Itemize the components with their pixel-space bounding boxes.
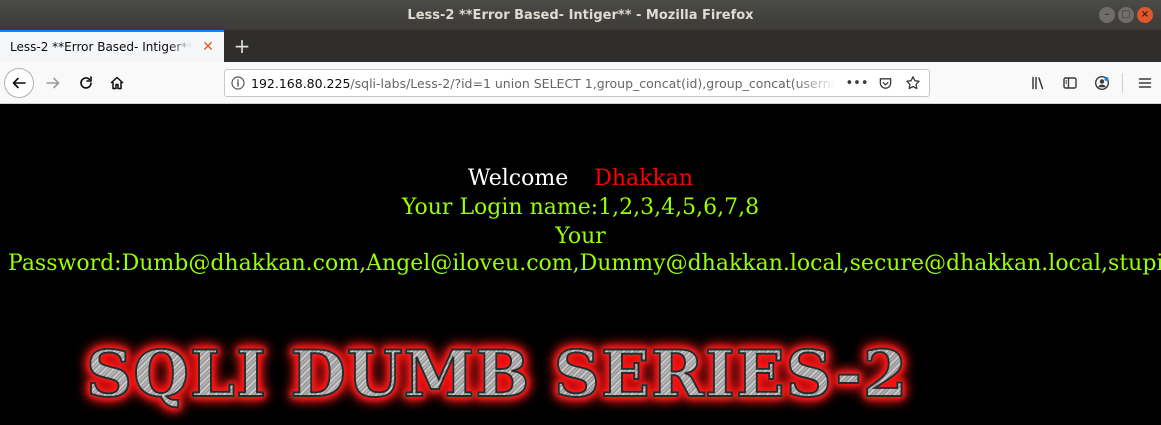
sqli-banner-logo: SQLI DUMB SERIES-2 bbox=[85, 332, 1076, 418]
url-host: 192.168.80.225 bbox=[251, 75, 351, 91]
reload-icon[interactable] bbox=[71, 68, 101, 98]
page-content: Welcome Dhakkan Your Login name:1,2,3,4,5… bbox=[0, 104, 1161, 425]
forward-arrow-icon[interactable] bbox=[38, 68, 68, 98]
window-controls: – □ × bbox=[1099, 7, 1153, 23]
toolbar-right bbox=[1022, 68, 1161, 98]
tab-label: Less-2 **Error Based- Intiger** - Mozill… bbox=[10, 40, 192, 54]
account-icon[interactable] bbox=[1086, 68, 1118, 98]
close-icon[interactable]: ✕ bbox=[200, 39, 216, 55]
back-arrow-icon[interactable] bbox=[4, 68, 34, 98]
welcome-line: Welcome Dhakkan bbox=[0, 164, 1161, 193]
welcome-block: Welcome Dhakkan Your Login name:1,2,3,4,5… bbox=[0, 164, 1161, 251]
password-line: Password:Dumb@dhakkan.com,Angel@iloveu.c… bbox=[8, 251, 1161, 276]
navigation-toolbar: 192.168.80.225/sqli-labs/Less-2/?id=1 un… bbox=[0, 62, 1161, 104]
password-label: Your bbox=[555, 224, 606, 249]
info-icon[interactable] bbox=[225, 70, 251, 96]
tab-active[interactable]: Less-2 **Error Based- Intiger** - Mozill… bbox=[0, 30, 224, 62]
minimize-icon[interactable]: – bbox=[1099, 7, 1115, 23]
library-icon[interactable] bbox=[1022, 68, 1054, 98]
plus-icon[interactable]: + bbox=[230, 34, 254, 58]
maximize-icon[interactable]: □ bbox=[1118, 7, 1134, 23]
welcome-label: Welcome bbox=[467, 166, 569, 191]
login-name-line: Your Login name:1,2,3,4,5,6,7,8 bbox=[401, 195, 760, 220]
url-bar[interactable]: 192.168.80.225/sqli-labs/Less-2/?id=1 un… bbox=[224, 69, 930, 97]
sidebar-icon[interactable] bbox=[1054, 68, 1086, 98]
pocket-icon[interactable] bbox=[875, 73, 895, 93]
home-icon[interactable] bbox=[102, 68, 132, 98]
url-path: /sqli-labs/Less-2/?id=1 union SELECT 1,g… bbox=[350, 75, 836, 91]
more-horizontal-icon[interactable]: ••• bbox=[846, 73, 869, 93]
toolbar-separator bbox=[1122, 73, 1123, 93]
hamburger-menu-icon[interactable] bbox=[1129, 68, 1161, 98]
tab-strip: Less-2 **Error Based- Intiger** - Mozill… bbox=[0, 30, 1161, 62]
welcome-name: Dhakkan bbox=[594, 166, 694, 191]
window-titlebar: Less-2 **Error Based- Intiger** - Mozill… bbox=[0, 0, 1161, 30]
url-input[interactable]: 192.168.80.225/sqli-labs/Less-2/?id=1 un… bbox=[251, 76, 836, 91]
close-window-icon[interactable]: × bbox=[1137, 7, 1153, 23]
star-icon[interactable] bbox=[903, 73, 923, 93]
page-actions: ••• bbox=[846, 73, 923, 93]
window-title: Less-2 **Error Based- Intiger** - Mozill… bbox=[407, 7, 754, 23]
